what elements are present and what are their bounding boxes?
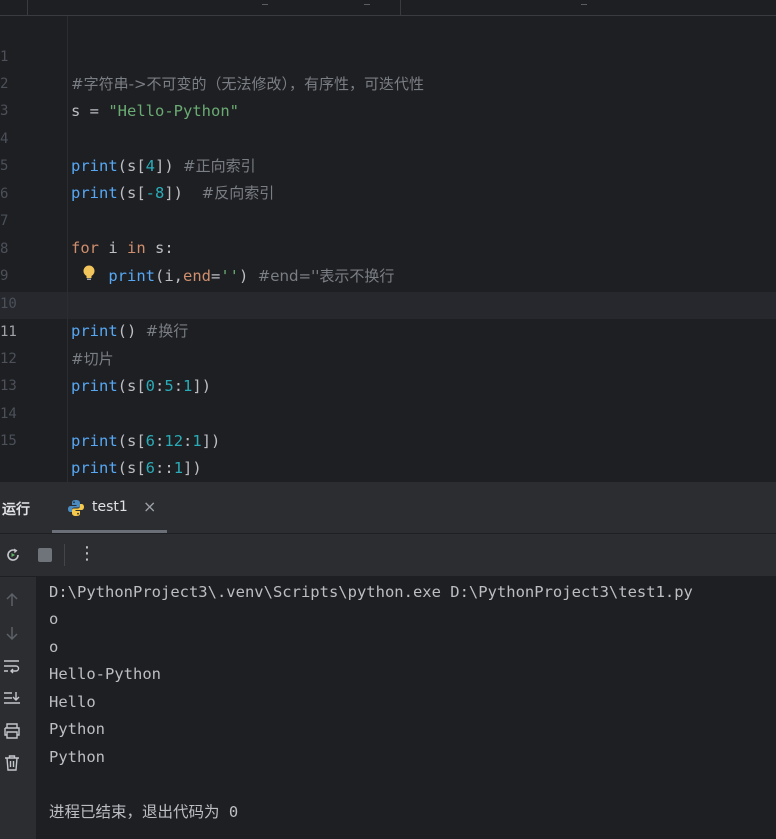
- scroll-to-end-icon[interactable]: [3, 689, 21, 707]
- code-line-7[interactable]: 7 for i in s:: [0, 181, 776, 257]
- code-number: 6: [145, 459, 156, 477]
- trash-icon[interactable]: [3, 754, 21, 772]
- code-punct: :: [183, 432, 193, 450]
- run-panel-header: 运行 test1 ×: [0, 482, 776, 534]
- run-toolbar: ⋮: [0, 534, 776, 577]
- code-punct: (s[: [117, 459, 146, 477]
- code-punct: :: [155, 432, 165, 450]
- code-line-6[interactable]: 6: [0, 154, 776, 202]
- code-punct: (s[: [117, 432, 146, 450]
- rerun-icon[interactable]: [4, 546, 22, 564]
- editor-tab-strip: [0, 0, 776, 16]
- run-panel-title: 运行: [2, 502, 30, 518]
- more-icon[interactable]: ⋮: [78, 543, 96, 564]
- run-tab-test1[interactable]: test1 ×: [52, 482, 167, 533]
- code-number: 6: [145, 432, 156, 450]
- console-line: Python: [49, 748, 105, 766]
- tab-divider: [27, 0, 28, 15]
- console-line: o: [49, 638, 59, 656]
- code-punct: ]): [201, 432, 221, 450]
- console-output[interactable]: D:\PythonProject3\.venv\Scripts\python.e…: [36, 577, 776, 839]
- tab-edge: [364, 0, 370, 5]
- code-punct: ]): [183, 459, 202, 477]
- code-line-10[interactable]: 10 print() #换行: [0, 264, 776, 340]
- console-side-toolbar: [0, 577, 36, 839]
- code-editor[interactable]: 1 #字符串->不可变的（无法修改），有序性，可迭代性 2 s = "Hello…: [0, 0, 776, 482]
- console-line: Python: [49, 720, 105, 738]
- tab-divider: [400, 0, 401, 15]
- print-icon[interactable]: [3, 722, 21, 740]
- code-line-5[interactable]: 5 print(s[-8]) #反向索引: [0, 126, 776, 202]
- code-number: 12: [164, 432, 184, 450]
- code-line-12[interactable]: 12 print(s[0:5:1]): [0, 319, 776, 395]
- code-line-4[interactable]: 4 print(s[4]) #正向索引: [0, 99, 776, 175]
- tab-edge: [581, 0, 587, 5]
- code-line-13[interactable]: 13: [0, 346, 776, 394]
- code-line-9[interactable]: 9: [0, 236, 776, 284]
- code-punct: ::: [155, 459, 174, 477]
- soft-wrap-icon[interactable]: [3, 657, 21, 675]
- console-line: Hello: [49, 693, 96, 711]
- console-line: o: [49, 610, 59, 628]
- close-icon[interactable]: ×: [143, 497, 156, 516]
- code-function: print: [71, 459, 118, 477]
- code-line-14[interactable]: 14 print(s[6:12:1]): [0, 374, 776, 450]
- code-number: 1: [173, 459, 184, 477]
- code-line-15[interactable]: 15 print(s[6::1]): [0, 401, 776, 477]
- code-line-1[interactable]: 1 #字符串->不可变的（无法修改），有序性，可迭代性: [0, 17, 776, 93]
- scroll-down-icon[interactable]: [3, 624, 21, 642]
- stop-icon[interactable]: [36, 546, 54, 564]
- toolbar-divider: [64, 544, 65, 566]
- code-number: 1: [192, 432, 202, 450]
- active-tab-indicator: [52, 530, 167, 533]
- code-function: print: [71, 432, 118, 450]
- scroll-up-icon[interactable]: [3, 591, 21, 609]
- console-line: D:\PythonProject3\.venv\Scripts\python.e…: [49, 583, 693, 601]
- code-line-11[interactable]: 11 #切片: [0, 292, 776, 368]
- console-exit-message: 进程已结束，退出代码为 0: [49, 803, 239, 821]
- console-line: Hello-Python: [49, 665, 161, 683]
- code-line-2[interactable]: 2 s = "Hello-Python": [0, 44, 776, 120]
- line-number: 15: [0, 433, 17, 449]
- tab-edge: [262, 0, 268, 5]
- python-icon: [68, 500, 84, 516]
- run-tab-label: test1: [92, 499, 128, 515]
- code-line-8[interactable]: 8 print(i,end='') #end=''表示不换行: [0, 209, 776, 285]
- code-line-3[interactable]: 3: [0, 71, 776, 119]
- lightbulb-icon[interactable]: [82, 265, 96, 281]
